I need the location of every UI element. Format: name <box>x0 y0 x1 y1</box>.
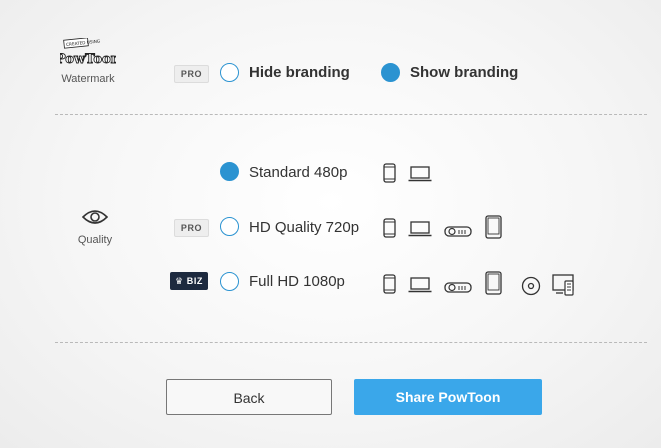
hd-720p-radio[interactable] <box>220 217 239 236</box>
hd-720p-label[interactable]: HD Quality 720p <box>249 219 359 236</box>
phone-icon <box>383 218 396 238</box>
laptop-icon <box>408 221 432 237</box>
logo-text: PowToon <box>60 52 116 67</box>
share-powtoon-button[interactable]: Share PowToon <box>354 379 542 415</box>
tablet-icon <box>485 271 502 295</box>
projector-icon <box>444 226 472 237</box>
screen-icon <box>552 274 574 296</box>
full-hd-1080p-radio[interactable] <box>220 272 239 291</box>
hide-branding-radio[interactable] <box>220 63 239 82</box>
phone-icon <box>383 274 396 294</box>
crown-icon: ♛ <box>174 276 184 286</box>
standard-480p-radio[interactable] <box>220 162 239 181</box>
projector-icon <box>444 282 472 293</box>
pro-badge: PRO <box>174 65 209 83</box>
show-branding-label[interactable]: Show branding <box>410 64 518 81</box>
powtoon-logo: CREATED USING PowToon <box>55 37 121 72</box>
standard-480p-label[interactable]: Standard 480p <box>249 164 347 181</box>
eye-icon <box>81 210 109 224</box>
laptop-icon <box>408 166 432 182</box>
biz-badge-label: BIZ <box>186 276 204 286</box>
show-branding-radio[interactable] <box>381 63 400 82</box>
quality-label: Quality <box>77 234 113 246</box>
section-divider <box>55 342 647 343</box>
laptop-icon <box>408 277 432 293</box>
back-button[interactable]: Back <box>166 379 332 415</box>
full-hd-1080p-label[interactable]: Full HD 1080p <box>249 273 345 290</box>
hide-branding-label[interactable]: Hide branding <box>249 64 350 81</box>
phone-icon <box>383 163 396 183</box>
disc-icon <box>521 276 541 296</box>
pro-badge: PRO <box>174 219 209 237</box>
quality-section: Quality <box>55 208 135 246</box>
biz-badge: ♛ BIZ <box>170 272 208 290</box>
watermark-section: CREATED USING PowToon Watermark <box>48 37 128 85</box>
watermark-label: Watermark <box>61 73 115 85</box>
tablet-icon <box>485 215 502 239</box>
share-settings-panel: CREATED USING PowToon Watermark PRO Hide… <box>0 0 661 448</box>
section-divider <box>55 114 647 115</box>
